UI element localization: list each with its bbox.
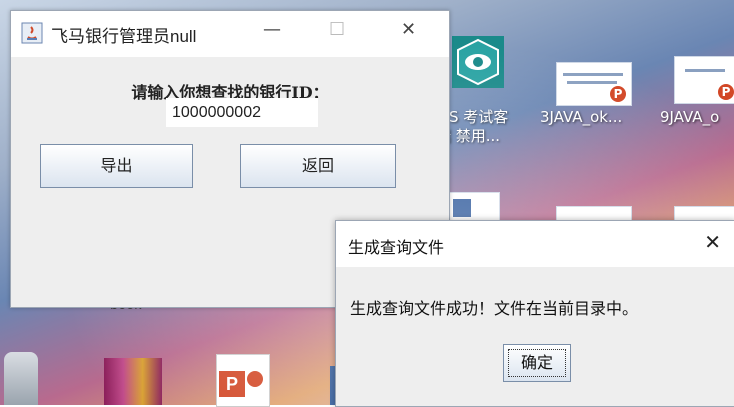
back-button[interactable]: 返回 [240, 144, 396, 188]
bank-id-input[interactable] [166, 98, 318, 127]
dialog-message: 生成查询文件成功！文件在当前目录中。 [350, 299, 639, 318]
ppt-thumbnail-2[interactable] [674, 56, 734, 104]
ppt-badge-1: P [610, 86, 626, 102]
exam-client-label: MS 考试客 端 禁用... [436, 108, 509, 145]
minimize-button[interactable]: — [263, 19, 281, 40]
java-app-icon [21, 22, 43, 44]
powerpoint-icon[interactable]: P [216, 354, 270, 407]
dialog-title: 生成查询文件 [348, 238, 445, 257]
ppt-label-1: 3JAVA_ok... [540, 108, 623, 126]
eye-icon [457, 38, 499, 86]
maximize-button[interactable]: ☐ [329, 19, 345, 40]
focus-ring [508, 349, 566, 377]
dialog-titlebar[interactable]: 生成查询文件 ✕ [336, 221, 734, 267]
winrar-icon[interactable] [104, 358, 162, 405]
ppt-badge-2: P [718, 84, 734, 100]
query-file-dialog: 生成查询文件 ✕ 生成查询文件成功！文件在当前目录中。 确定 [335, 220, 734, 407]
ppt-label-2: 9JAVA_o [660, 108, 720, 126]
window-title: 飞马银行管理员null [51, 27, 197, 46]
dialog-close-button[interactable]: ✕ [704, 230, 721, 254]
database-icon[interactable] [4, 352, 38, 405]
export-button[interactable]: 导出 [40, 144, 193, 188]
window-titlebar[interactable]: 飞马银行管理员null — ☐ ✕ [11, 11, 449, 57]
exam-client-icon[interactable] [452, 36, 504, 88]
ppt-thumbnail-1[interactable] [556, 62, 632, 106]
ok-button[interactable]: 确定 [503, 344, 571, 382]
close-button[interactable]: ✕ [401, 19, 416, 40]
